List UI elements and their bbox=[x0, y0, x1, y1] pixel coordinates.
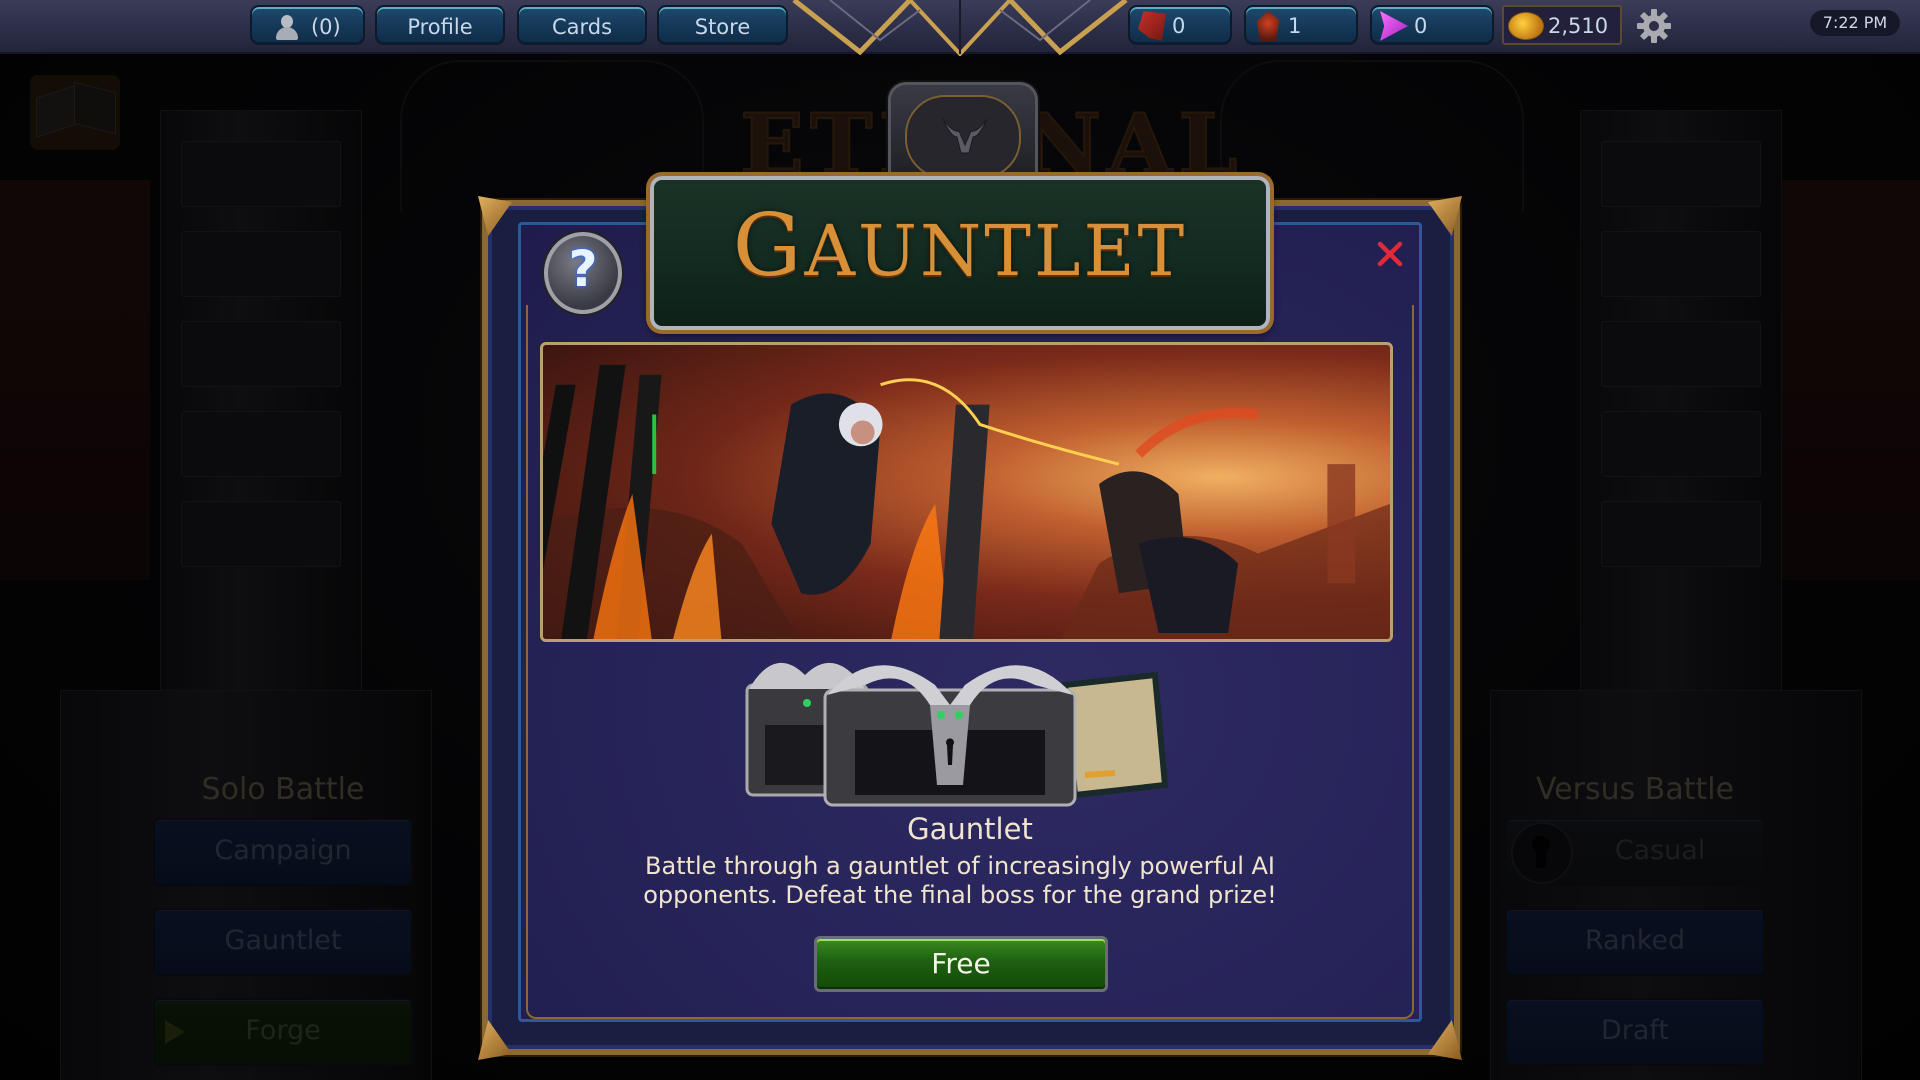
gold-coin-icon bbox=[1508, 12, 1544, 40]
dialog-description: Battle through a gauntlet of increasingl… bbox=[643, 852, 1277, 909]
help-button[interactable]: ? bbox=[544, 232, 622, 314]
red-shard-counter[interactable]: 0 bbox=[1128, 5, 1232, 45]
gold-ornament-icon bbox=[792, 0, 1128, 56]
purple-gem-value: 0 bbox=[1414, 14, 1428, 38]
friends-icon bbox=[274, 13, 300, 41]
top-bar: (0) Profile Cards Store 0 1 0 2,510 7:22… bbox=[0, 0, 1920, 56]
gold-counter[interactable]: 2,510 bbox=[1502, 5, 1622, 45]
red-shard-value: 0 bbox=[1172, 14, 1186, 38]
purple-gem-counter[interactable]: 0 bbox=[1370, 5, 1494, 45]
dialog-title: GAUNTLET bbox=[732, 196, 1188, 296]
question-mark-icon: ? bbox=[568, 240, 598, 298]
title-plate: GAUNTLET bbox=[650, 176, 1270, 330]
red-shard-icon bbox=[1138, 11, 1166, 41]
orange-shard-value: 1 bbox=[1288, 14, 1302, 38]
orange-shard-counter[interactable]: 1 bbox=[1244, 5, 1358, 45]
friends-button[interactable]: (0) bbox=[250, 5, 365, 45]
cards-label: Cards bbox=[551, 15, 613, 39]
dialog-heading: Gauntlet bbox=[907, 812, 1033, 846]
purple-gem-icon bbox=[1380, 11, 1408, 41]
gold-value: 2,510 bbox=[1548, 14, 1609, 38]
free-button[interactable]: Free bbox=[814, 936, 1108, 992]
gear-icon[interactable] bbox=[1636, 8, 1672, 44]
cards-button[interactable]: Cards bbox=[517, 5, 647, 45]
reward-scroll-icon bbox=[1061, 671, 1169, 799]
store-button[interactable]: Store bbox=[657, 5, 788, 45]
orange-shard-icon bbox=[1256, 11, 1280, 41]
friends-count: (0) bbox=[310, 15, 341, 39]
clock: 7:22 PM bbox=[1810, 10, 1900, 36]
gauntlet-banner-art bbox=[540, 342, 1393, 642]
reward-chests bbox=[745, 662, 1169, 807]
profile-button[interactable]: Profile bbox=[375, 5, 505, 45]
profile-label: Profile bbox=[407, 15, 473, 39]
close-icon[interactable] bbox=[1376, 240, 1404, 268]
banner-illustration bbox=[543, 364, 1390, 639]
store-label: Store bbox=[694, 15, 751, 39]
demon-skull-icon bbox=[942, 118, 988, 154]
